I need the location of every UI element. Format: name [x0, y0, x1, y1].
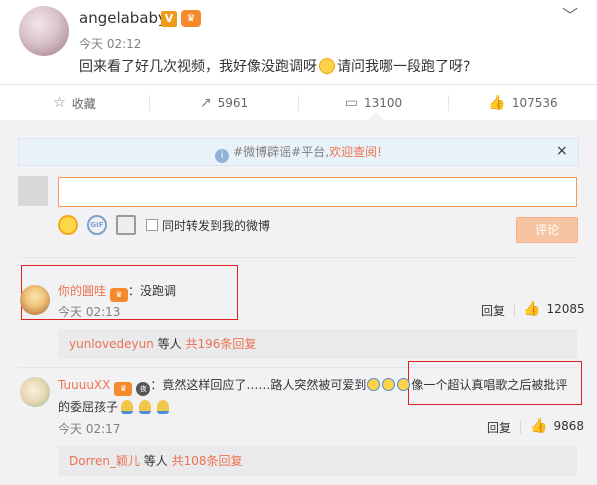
- close-icon[interactable]: ×: [556, 143, 568, 159]
- divider: [18, 257, 579, 258]
- reply-mid: 等人: [157, 337, 182, 351]
- vip-icon: ♛: [110, 288, 129, 302]
- verified-badge: V: [161, 11, 177, 27]
- smile-icon[interactable]: [58, 215, 78, 235]
- gif-icon[interactable]: GIF: [87, 215, 107, 235]
- reply-button[interactable]: 回复: [487, 419, 511, 436]
- comment-text-c: 的委屈孩子: [58, 400, 119, 414]
- panel-pointer: [368, 112, 384, 120]
- reply-count[interactable]: 共108条回复: [172, 454, 243, 468]
- comment-avatar[interactable]: [20, 377, 50, 407]
- comment-user[interactable]: 你的圓哇: [58, 284, 106, 298]
- post-text-part1: 回来看了好几次视频，我好像没跑调呀: [79, 59, 317, 75]
- sad-emoji-icon: [157, 400, 170, 414]
- notice-link[interactable]: 欢迎查阅!: [329, 145, 382, 159]
- comment-time: 今天 02:13: [58, 305, 121, 319]
- member-icon: 夜: [136, 382, 151, 396]
- comment-like-count: 9868: [553, 419, 584, 433]
- author-avatar[interactable]: [19, 6, 69, 56]
- comment-like-button[interactable]: 👍 12085: [523, 301, 585, 317]
- comment-avatar[interactable]: [20, 285, 50, 315]
- reply-summary[interactable]: Dorren_颖儿 等人 共108条回复: [58, 446, 577, 476]
- post-text-part2: 请问我哪一段跑了呀?: [337, 59, 471, 75]
- comment-body: 你的圓哇 ♛ ：没跑调: [58, 280, 176, 302]
- repost-checkbox-label[interactable]: 同时转发到我的微博: [162, 217, 270, 234]
- comment-text: ：没跑调: [128, 284, 177, 298]
- crying-emoji-icon: [397, 378, 411, 391]
- reply-user[interactable]: Dorren_颖儿: [69, 454, 140, 468]
- reply-summary[interactable]: yunlovedeyun 等人 共196条回复: [58, 329, 577, 359]
- comment-icon: ▭: [344, 95, 359, 111]
- favorite-button[interactable]: ☆ 收藏: [0, 85, 149, 121]
- vip-crown-icon: ♛: [181, 10, 201, 27]
- reply-count[interactable]: 共196条回复: [185, 337, 256, 351]
- comment-input[interactable]: [58, 177, 577, 207]
- favorite-label: 收藏: [71, 96, 96, 111]
- vip-icon: ♛: [114, 382, 133, 396]
- comment-body-line2: 的委屈孩子: [58, 396, 172, 415]
- comment-time: 今天 02:17: [58, 422, 121, 436]
- notice-text: #微博辟谣#平台,: [233, 145, 330, 159]
- comment-count: 13100: [364, 96, 403, 110]
- reply-button[interactable]: 回复: [481, 302, 505, 319]
- image-icon[interactable]: [116, 215, 136, 235]
- author-name[interactable]: angelababy: [79, 9, 167, 27]
- thumbs-up-icon: 👍: [488, 95, 506, 111]
- repost-count: 5961: [217, 96, 249, 110]
- comment-body: TuuuuXX ♛ 夜：竟然这样回应了……路人突然被可爱到 像一个超认真唱歌之后被批评: [58, 374, 567, 396]
- sad-emoji-icon: [139, 400, 152, 414]
- repost-checkbox[interactable]: [146, 219, 158, 231]
- info-icon: i: [215, 149, 230, 163]
- comment-text-a: ：竟然这样回应了……路人突然被可爱到: [150, 378, 367, 392]
- like-button[interactable]: 👍 107536: [449, 85, 597, 121]
- comment-like-count: 12085: [546, 302, 585, 316]
- repost-icon: ↗: [199, 95, 212, 111]
- repost-button[interactable]: ↗ 5961: [150, 85, 298, 121]
- crying-emoji-icon: [367, 378, 381, 391]
- comment-text-b: 像一个超认真唱歌之后被批评: [411, 378, 568, 392]
- like-count: 107536: [511, 96, 558, 110]
- chevron-down-icon[interactable]: ﹀: [562, 2, 578, 26]
- submit-comment-button[interactable]: 评论: [516, 217, 578, 243]
- my-avatar: [18, 176, 48, 206]
- reply-user[interactable]: yunlovedeyun: [69, 337, 154, 351]
- post-time[interactable]: 今天 02:12: [79, 35, 141, 52]
- sad-emoji-icon: [121, 400, 134, 414]
- post-text: 回来看了好几次视频，我好像没跑调呀 请问我哪一段跑了呀?: [79, 56, 470, 76]
- comment-user[interactable]: TuuuuXX: [58, 378, 110, 392]
- thumbs-up-icon: 👍: [530, 418, 548, 434]
- blush-emoji-icon: [319, 58, 335, 74]
- rumor-notice: i #微博辟谣#平台,欢迎查阅!: [18, 138, 579, 166]
- comment-like-button[interactable]: 👍 9868: [530, 418, 584, 434]
- reply-mid: 等人: [143, 454, 168, 468]
- star-icon: ☆: [53, 95, 66, 111]
- thumbs-up-icon: 👍: [523, 301, 541, 317]
- action-bar: ☆ 收藏 ↗ 5961 ▭ 13100 👍 107536: [0, 84, 597, 120]
- crying-emoji-icon: [382, 378, 396, 391]
